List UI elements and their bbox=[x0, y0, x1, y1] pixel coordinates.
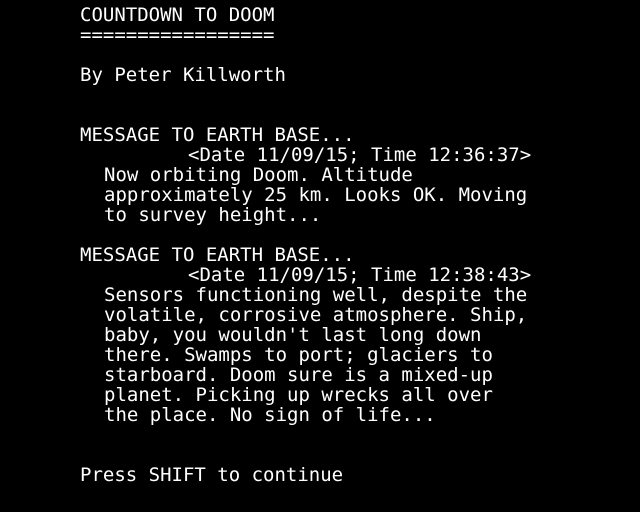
message-body-line: Sensors functioning well, despite the bbox=[104, 284, 528, 306]
message-body-line: planet. Picking up wrecks all over bbox=[104, 384, 493, 406]
game-title: COUNTDOWN TO DOOM bbox=[80, 4, 275, 26]
message-body-line: baby, you wouldn't last long down bbox=[104, 324, 482, 346]
message-body-line: approximately 25 km. Looks OK. Moving bbox=[104, 184, 528, 206]
message-heading: MESSAGE TO EARTH BASE... bbox=[80, 244, 355, 266]
message-heading: MESSAGE TO EARTH BASE... bbox=[80, 124, 355, 146]
message-timestamp: <Date 11/09/15; Time 12:38:43> bbox=[188, 264, 532, 286]
continue-prompt[interactable]: Press SHIFT to continue bbox=[80, 465, 343, 485]
message-body-line: the place. No sign of life... bbox=[104, 404, 436, 426]
author-credit: By Peter Killworth bbox=[80, 64, 286, 86]
message-timestamp: <Date 11/09/15; Time 12:36:37> bbox=[188, 144, 532, 166]
message-body-line: to survey height... bbox=[104, 204, 322, 226]
title-underline: ================= bbox=[80, 24, 275, 46]
message-body-line: there. Swamps to port; glaciers to bbox=[104, 344, 493, 366]
game-screen: COUNTDOWN TO DOOM ================= By P… bbox=[0, 0, 640, 512]
message-body-line: Now orbiting Doom. Altitude bbox=[104, 164, 413, 186]
message-body-line: volatile, corrosive atmosphere. Ship, bbox=[104, 304, 528, 326]
message-body-line: starboard. Doom sure is a mixed-up bbox=[104, 364, 493, 386]
